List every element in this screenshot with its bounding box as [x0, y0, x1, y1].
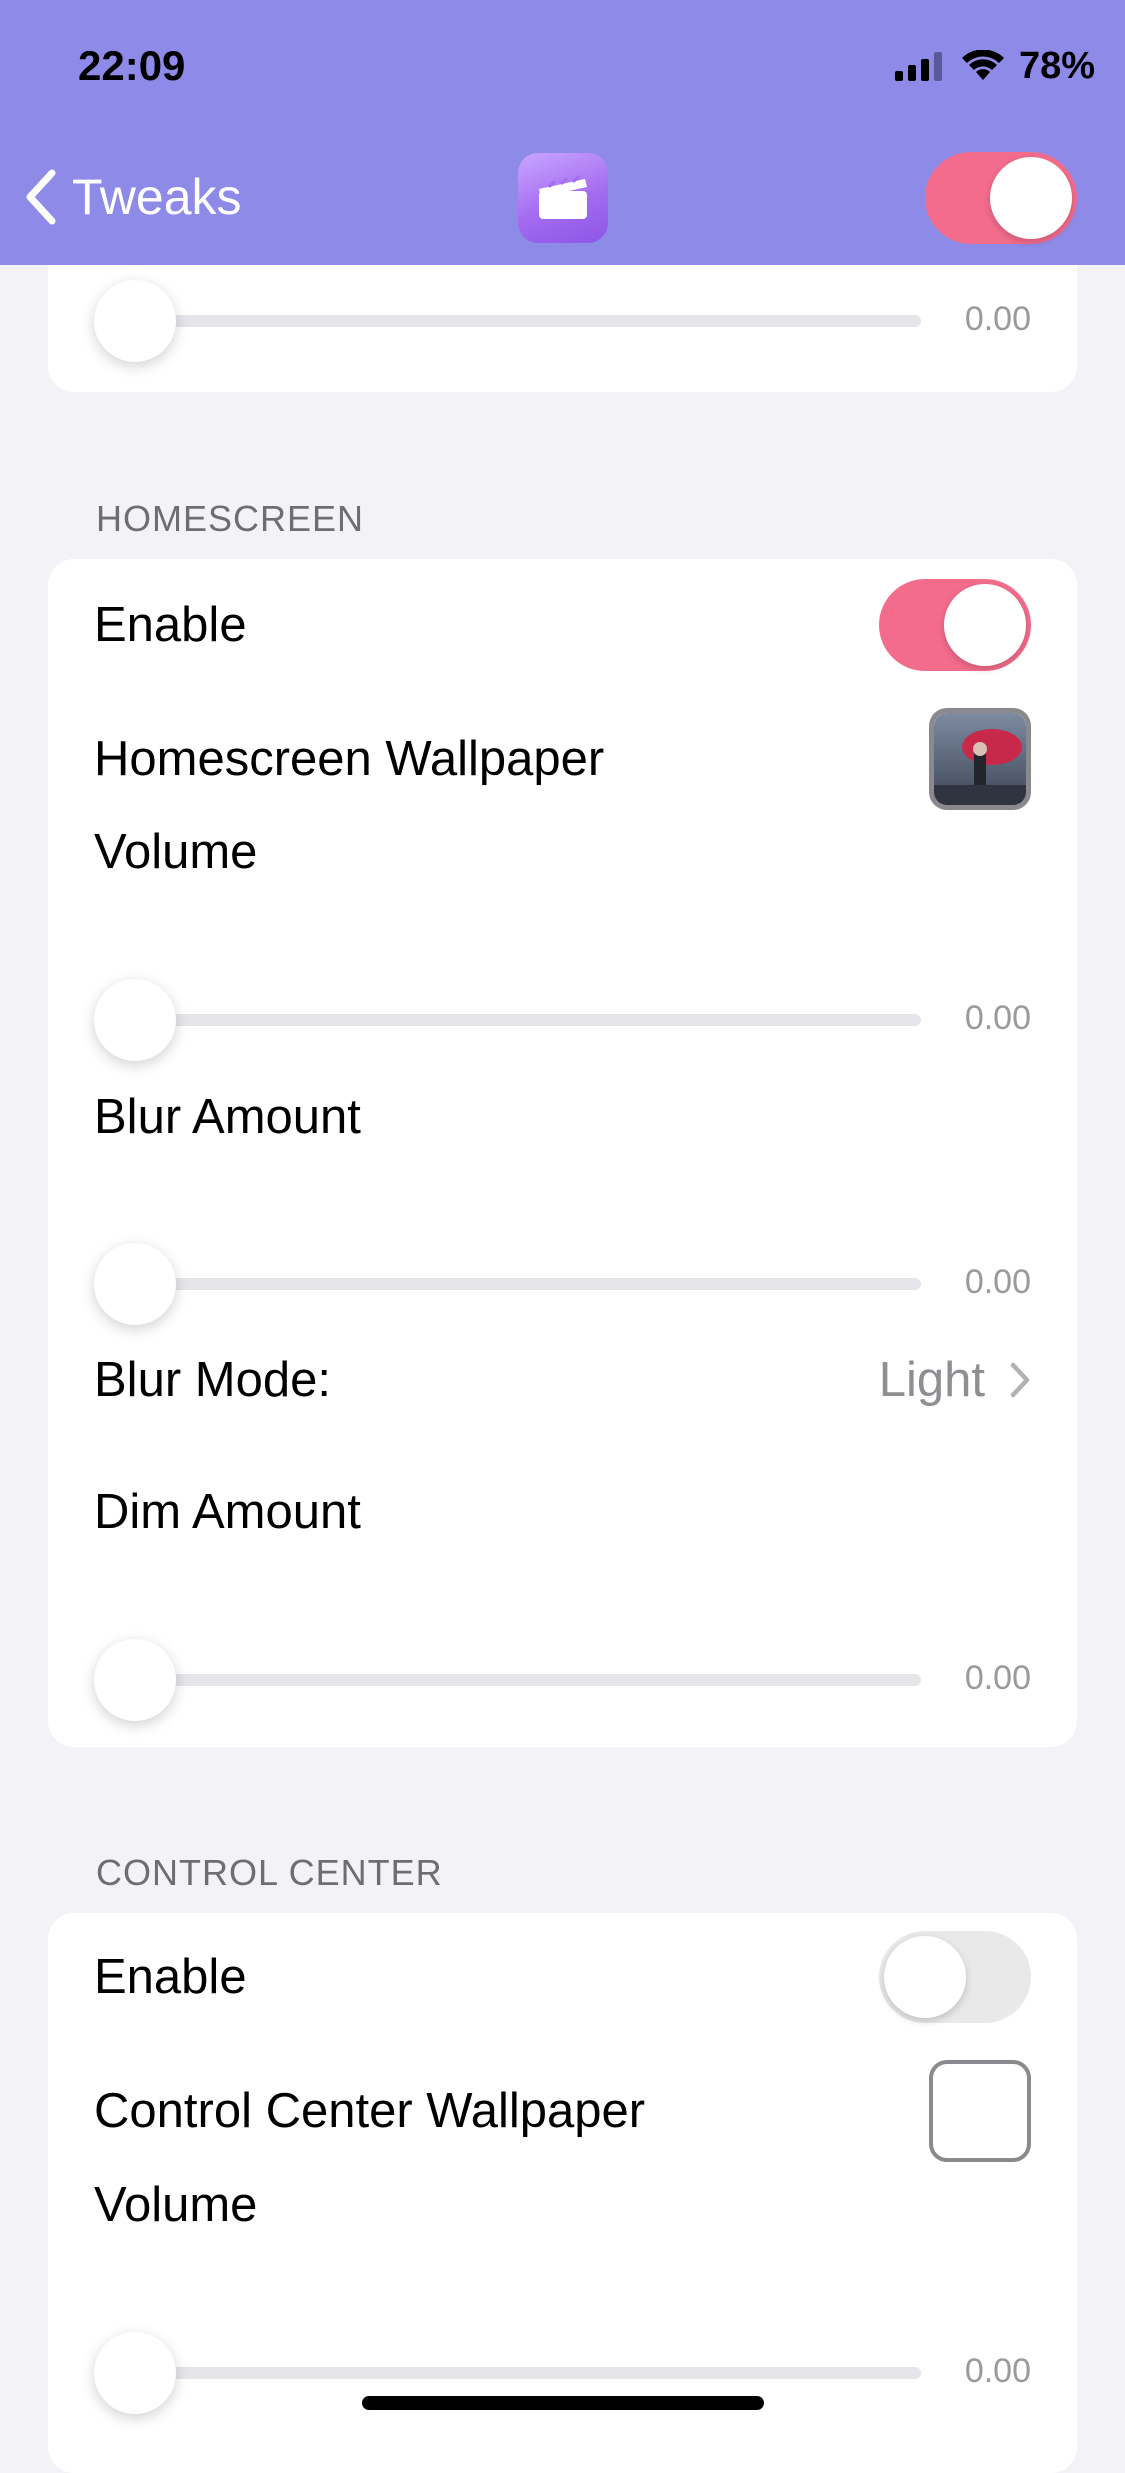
section-title-control-center: CONTROL CENTER — [96, 1852, 443, 1893]
homescreen-blur-amount-row: Blur Amount — [94, 1062, 1031, 1172]
battery-percentage: 78% — [1018, 44, 1095, 87]
homescreen-enable-row: Enable — [94, 579, 1031, 671]
cellular-signal-icon — [894, 52, 942, 81]
homescreen-volume-slider[interactable]: 0.00 — [94, 975, 1031, 1065]
slider-value: 0.00 — [964, 300, 1031, 338]
control-center-volume-row: Volume — [94, 2150, 1031, 2260]
homescreen-dim-amount-slider[interactable]: 0.00 — [94, 1635, 1031, 1725]
control-center-card: Enable Control Center Wallpaper Volume 0… — [48, 1913, 1077, 2473]
home-indicator — [362, 2396, 764, 2410]
slider-thumb[interactable] — [94, 280, 176, 362]
control-center-wallpaper-label: Control Center Wallpaper — [94, 2084, 646, 2138]
slider-thumb[interactable] — [94, 1639, 176, 1721]
homescreen-enable-label: Enable — [94, 598, 247, 652]
previous-section-slider[interactable]: 0.00 — [94, 276, 1031, 366]
clapperboard-icon — [539, 174, 587, 219]
chevron-right-icon — [1010, 1362, 1030, 1398]
slider-thumb[interactable] — [94, 2332, 176, 2414]
control-center-volume-value: 0.00 — [964, 2352, 1031, 2390]
slider-track — [134, 2367, 921, 2379]
back-label: Tweaks — [72, 169, 242, 225]
chevron-left-icon — [26, 169, 56, 225]
homescreen-volume-label: Volume — [94, 825, 258, 879]
control-center-volume-label: Volume — [94, 2178, 258, 2232]
slider-track — [134, 315, 921, 327]
toggle-knob — [944, 584, 1026, 666]
control-center-enable-label: Enable — [94, 1950, 247, 2004]
homescreen-wallpaper-label: Homescreen Wallpaper — [94, 732, 605, 786]
control-center-wallpaper-placeholder[interactable] — [929, 2060, 1031, 2162]
back-button[interactable]: Tweaks — [24, 168, 242, 226]
control-center-enable-toggle[interactable] — [879, 1931, 1031, 2023]
slider-thumb[interactable] — [94, 979, 176, 1061]
homescreen-blur-amount-value: 0.00 — [964, 1263, 1031, 1301]
homescreen-blur-amount-label: Blur Amount — [94, 1090, 361, 1144]
blur-mode-selector[interactable]: Light — [879, 1352, 1031, 1408]
homescreen-enable-toggle[interactable] — [879, 579, 1031, 671]
app-icon — [518, 153, 608, 243]
section-title-homescreen: HOMESCREEN — [96, 498, 365, 539]
status-time: 22:09 — [78, 42, 186, 89]
slider-track — [134, 1674, 921, 1686]
control-center-enable-row: Enable — [94, 1931, 1031, 2023]
homescreen-volume-value: 0.00 — [964, 999, 1031, 1037]
homescreen-blur-mode-label: Blur Mode: — [94, 1353, 331, 1407]
toggle-knob — [990, 157, 1072, 239]
blur-mode-value: Light — [878, 1353, 985, 1407]
homescreen-dim-amount-label: Dim Amount — [94, 1485, 361, 1539]
homescreen-blur-mode-row[interactable]: Blur Mode: Light — [94, 1325, 1031, 1435]
status-indicators: 78% — [894, 44, 1095, 87]
wifi-icon — [961, 50, 1004, 80]
slider-track — [134, 1278, 921, 1290]
homescreen-wallpaper-thumbnail[interactable] — [929, 708, 1031, 810]
homescreen-volume-row: Volume — [94, 797, 1031, 907]
toggle-knob — [884, 1936, 966, 2018]
wallpaper-image — [934, 713, 1026, 805]
homescreen-card: Enable Homescreen Wallpaper Volume 0.00 … — [48, 559, 1077, 1747]
slider-thumb[interactable] — [94, 1243, 176, 1325]
homescreen-dim-amount-value: 0.00 — [964, 1659, 1031, 1697]
homescreen-blur-amount-slider[interactable]: 0.00 — [94, 1239, 1031, 1329]
master-enable-toggle[interactable] — [925, 152, 1077, 244]
nav-header: 22:09 78% Tweaks — [0, 0, 1125, 265]
slider-track — [134, 1014, 921, 1026]
homescreen-dim-amount-row: Dim Amount — [94, 1457, 1031, 1567]
